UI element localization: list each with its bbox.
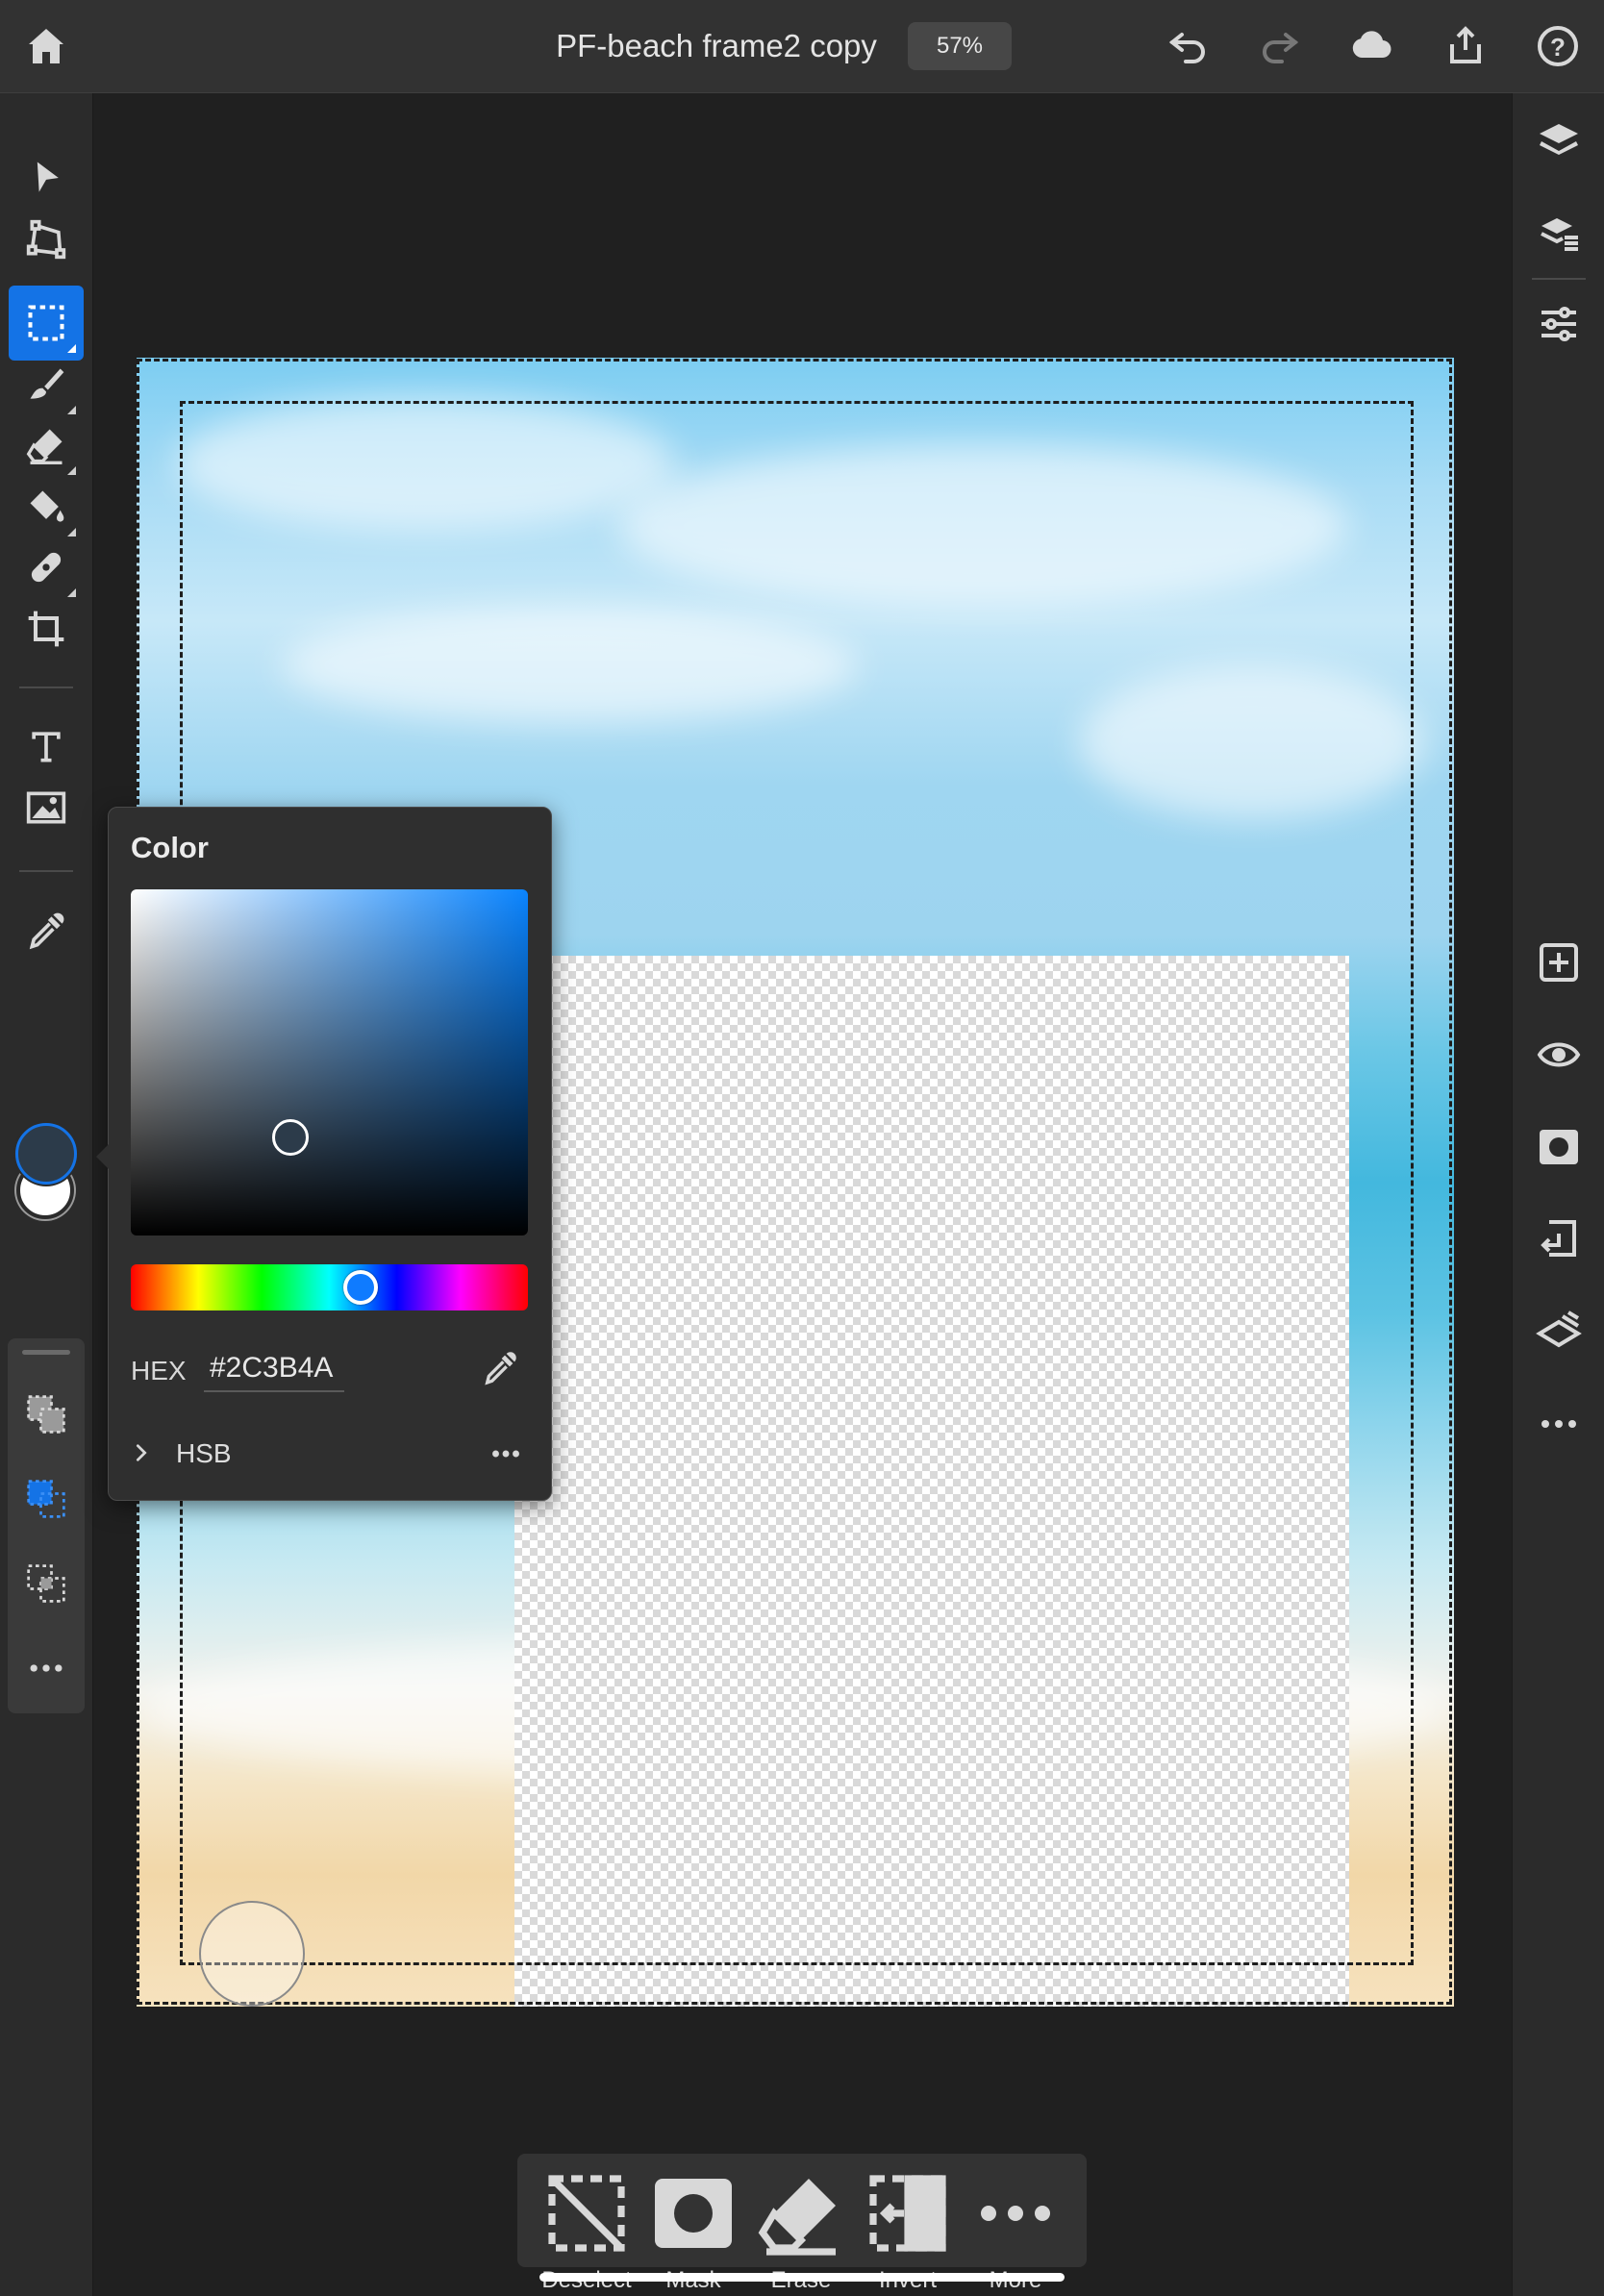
hue-slider-handle[interactable] — [343, 1270, 378, 1305]
hue-slider[interactable] — [131, 1264, 528, 1310]
subtract-selection-icon — [25, 1562, 67, 1605]
crop-tool[interactable] — [9, 591, 84, 666]
transform-icon — [25, 218, 67, 261]
home-icon[interactable] — [23, 23, 69, 69]
popover-arrow — [96, 1144, 109, 1169]
eyedropper-icon — [25, 910, 67, 952]
marquee-selection-icon — [25, 302, 67, 344]
saturation-brightness-field[interactable] — [131, 889, 528, 1235]
mask-icon[interactable] — [1536, 1124, 1582, 1170]
more-button[interactable]: More — [963, 2167, 1068, 2293]
right-panel — [1512, 93, 1604, 2296]
more-selection-options-button[interactable] — [9, 1631, 84, 1706]
selection-mode-group — [8, 1338, 85, 1713]
help-icon[interactable]: ? — [1535, 23, 1581, 69]
eyedropper-icon[interactable] — [481, 1349, 519, 1387]
layers-icon[interactable] — [1536, 118, 1582, 164]
invert-button[interactable]: Invert — [855, 2167, 961, 2293]
more-icon — [25, 1647, 67, 1689]
visibility-icon[interactable] — [1536, 1032, 1582, 1078]
more-icon[interactable] — [487, 1436, 525, 1471]
undo-icon[interactable] — [1165, 23, 1211, 69]
svg-text:?: ? — [1550, 33, 1566, 62]
eyedropper-tool[interactable] — [9, 893, 84, 968]
place-image-tool[interactable] — [9, 770, 84, 845]
clip-icon[interactable] — [1536, 1216, 1582, 1262]
hex-input[interactable] — [204, 1346, 344, 1392]
type-icon — [25, 725, 67, 767]
touch-cursor — [199, 1901, 305, 2007]
top-bar: PF-beach frame2 copy 57% ? — [0, 0, 1604, 93]
erase-button[interactable]: Erase — [748, 2167, 854, 2293]
mask-button[interactable]: Mask — [640, 2167, 746, 2293]
layer-effects-icon[interactable] — [1536, 1309, 1582, 1355]
cloud-icon[interactable] — [1348, 23, 1394, 69]
more-icon — [963, 2167, 1068, 2259]
brush-icon — [25, 363, 67, 406]
popover-title: Color — [131, 831, 209, 864]
crop-icon — [25, 608, 67, 650]
mask-icon — [640, 2167, 746, 2259]
document-title[interactable]: PF-beach frame2 copy — [539, 25, 894, 67]
deselect-icon — [534, 2167, 639, 2259]
eraser-icon — [25, 424, 67, 466]
bandage-icon — [25, 546, 67, 588]
color-picker-popover: Color HEX HSB — [96, 807, 552, 1501]
layer-properties-icon[interactable] — [1536, 211, 1582, 257]
deselect-button[interactable]: Deselect — [534, 2167, 639, 2293]
subtract-selection-button[interactable] — [9, 1546, 84, 1621]
more-icon[interactable] — [1536, 1401, 1582, 1447]
add-to-selection-button[interactable] — [9, 1461, 84, 1536]
eraser-icon — [748, 2167, 854, 2259]
home-indicator[interactable] — [539, 2273, 1065, 2282]
arrow-pointer-icon — [25, 157, 67, 199]
new-selection-button[interactable] — [9, 1377, 84, 1452]
adjustments-icon[interactable] — [1536, 301, 1582, 347]
hsb-label: HSB — [176, 1438, 232, 1468]
foreground-color-swatch[interactable] — [15, 1123, 77, 1185]
transform-tool[interactable] — [9, 202, 84, 277]
drag-handle[interactable] — [22, 1350, 70, 1355]
chevron-right-icon — [131, 1442, 152, 1463]
hex-label: HEX — [131, 1356, 187, 1385]
redo-icon[interactable] — [1257, 23, 1303, 69]
image-icon — [25, 786, 67, 829]
zoom-level[interactable]: 57% — [908, 22, 1012, 70]
panel-divider — [1532, 278, 1586, 280]
saturation-brightness-handle[interactable] — [272, 1119, 309, 1156]
toolbar-divider — [19, 686, 73, 688]
contextual-task-bar: Deselect Mask Erase Invert More — [517, 2154, 1087, 2293]
new-selection-icon — [25, 1393, 67, 1435]
hsb-section-toggle[interactable]: HSB — [126, 1433, 347, 1475]
share-icon[interactable] — [1442, 23, 1489, 69]
add-selection-icon — [25, 1478, 67, 1520]
toolbar-divider — [19, 870, 73, 872]
paint-bucket-icon — [25, 486, 67, 528]
add-layer-icon[interactable] — [1536, 939, 1582, 986]
invert-icon — [855, 2167, 961, 2259]
